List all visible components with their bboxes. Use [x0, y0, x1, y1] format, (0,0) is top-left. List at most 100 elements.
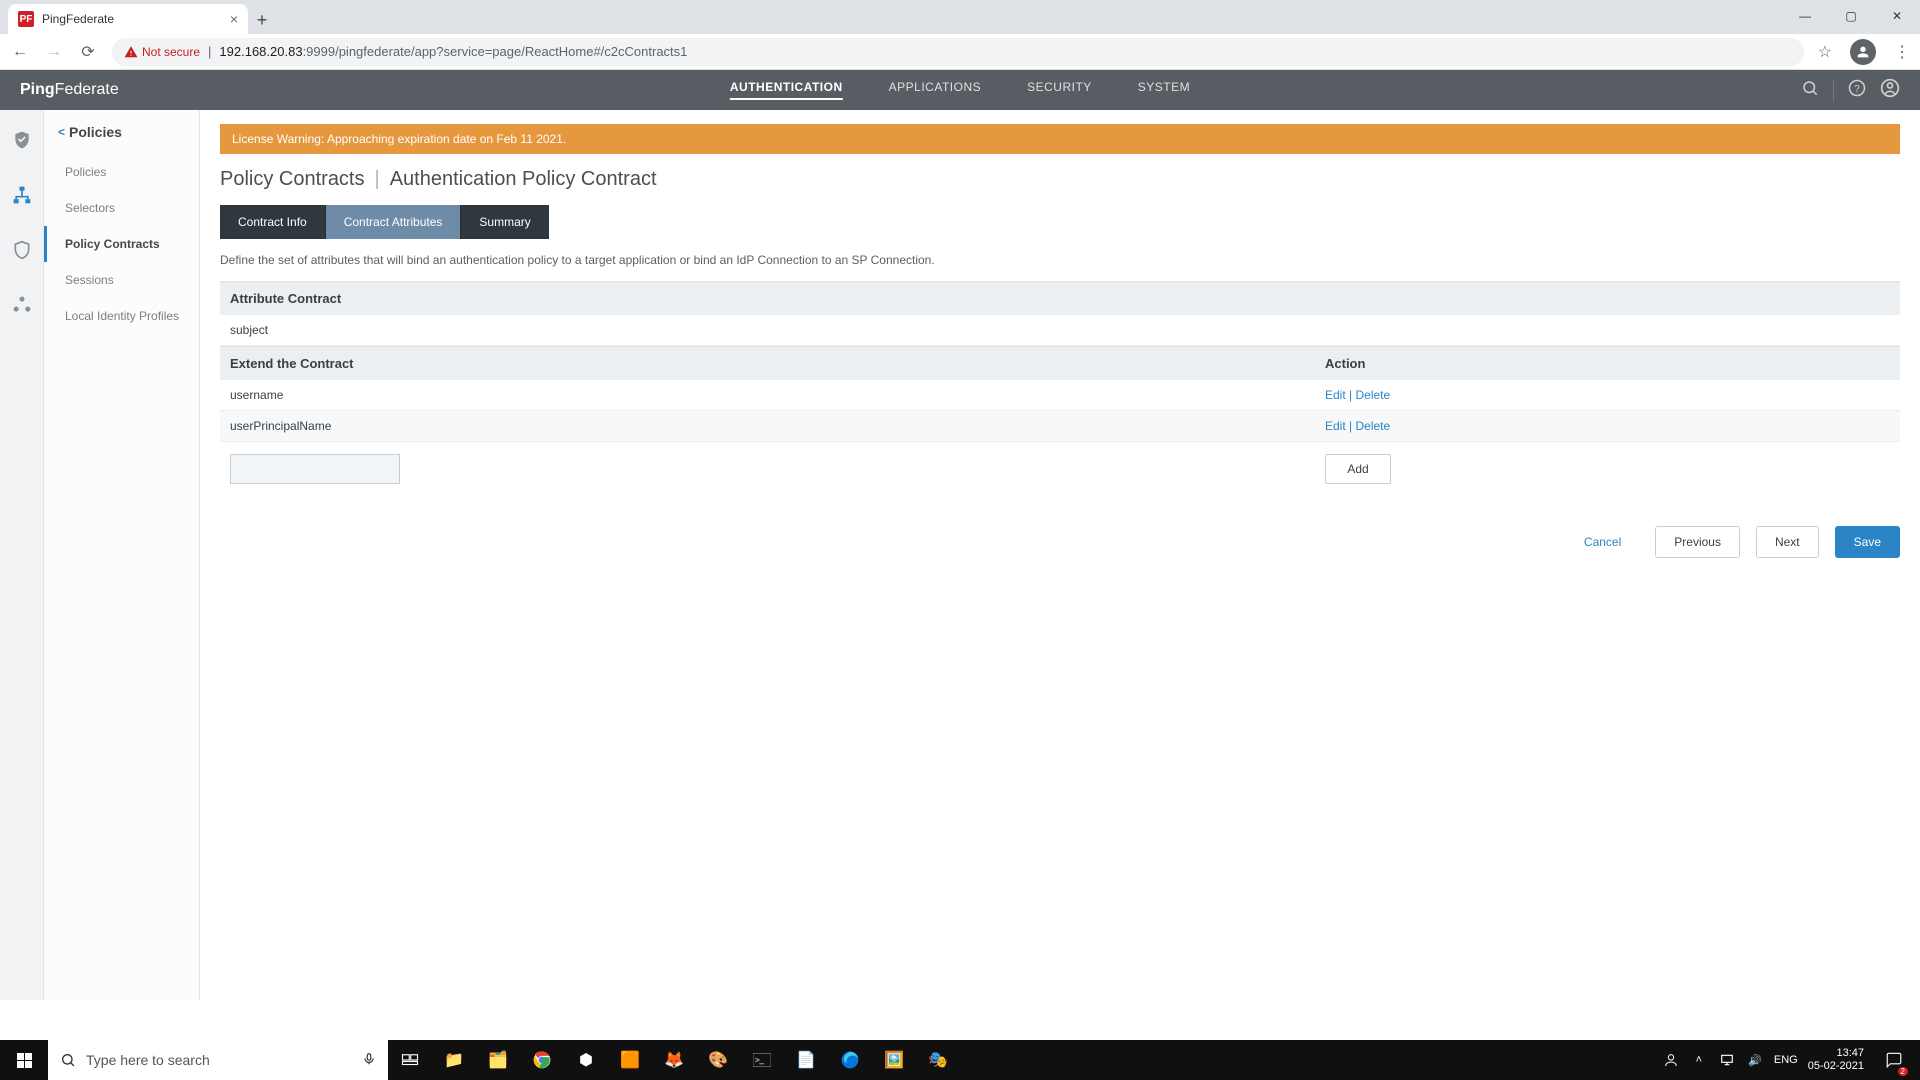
extend-row-userprincipalname: userPrincipalName Edit | Delete — [220, 411, 1900, 442]
people-icon[interactable] — [1662, 1052, 1680, 1068]
mic-icon[interactable] — [362, 1052, 376, 1069]
addr-right-controls: ☆ ⋮ — [1818, 39, 1910, 65]
attribute-subject-label: subject — [230, 323, 268, 337]
edit-link[interactable]: Edit — [1325, 419, 1346, 433]
taskbar-search[interactable]: Type here to search — [48, 1040, 388, 1080]
tab-strip: PF PingFederate × + — ▢ ✕ — [0, 0, 1920, 34]
insecure-badge[interactable]: Not secure — [124, 45, 200, 59]
action-header-label: Action — [1325, 356, 1890, 371]
svg-text:>_: >_ — [755, 1055, 764, 1064]
app-icon-5[interactable]: 🎭 — [916, 1040, 960, 1080]
kebab-menu-icon[interactable]: ⋮ — [1894, 42, 1910, 62]
search-icon[interactable] — [1801, 79, 1819, 102]
side-item-policy-contracts[interactable]: Policy Contracts — [44, 226, 199, 262]
nav-system[interactable]: SYSTEM — [1138, 80, 1190, 100]
previous-button[interactable]: Previous — [1655, 526, 1740, 558]
language-indicator[interactable]: ENG — [1774, 1054, 1798, 1066]
bookmark-icon[interactable]: ☆ — [1818, 42, 1832, 62]
windows-taskbar: Type here to search 📁 🗂️ ⬢ 🟧 🦊 🎨 >_ 📄 🖼️… — [0, 1040, 1920, 1080]
search-placeholder: Type here to search — [86, 1052, 210, 1068]
tab-contract-info[interactable]: Contract Info — [220, 205, 325, 239]
insecure-label: Not secure — [142, 45, 200, 59]
edit-link[interactable]: Edit — [1325, 388, 1346, 402]
app-icon-4[interactable]: 🖼️ — [872, 1040, 916, 1080]
forward-button[interactable]: → — [44, 43, 64, 61]
delete-link[interactable]: Delete — [1355, 419, 1390, 433]
app-icon-2[interactable]: ⬢ — [564, 1040, 608, 1080]
reload-button[interactable]: ⟳ — [78, 42, 98, 62]
logo-bold: Ping — [20, 81, 55, 98]
url-separator: | — [208, 44, 211, 59]
start-button[interactable] — [0, 1040, 48, 1080]
nav-authentication[interactable]: AUTHENTICATION — [730, 80, 843, 100]
save-button[interactable]: Save — [1835, 526, 1900, 558]
terminal-icon[interactable]: >_ — [740, 1040, 784, 1080]
clock-date: 05-02-2021 — [1808, 1060, 1864, 1073]
clock[interactable]: 13:47 05-02-2021 — [1808, 1047, 1864, 1073]
side-item-sessions[interactable]: Sessions — [44, 262, 199, 298]
browser-tab[interactable]: PF PingFederate × — [8, 4, 248, 34]
maximize-button[interactable]: ▢ — [1828, 0, 1874, 32]
warning-icon — [124, 45, 138, 59]
volume-icon[interactable]: 🔊 — [1746, 1054, 1764, 1067]
paint-icon[interactable]: 🎨 — [696, 1040, 740, 1080]
add-attribute-row: Add — [220, 442, 1900, 496]
app-header: PingFederate AUTHENTICATION APPLICATIONS… — [0, 70, 1920, 110]
tab-contract-attributes[interactable]: Contract Attributes — [325, 205, 461, 239]
network-icon[interactable] — [1718, 1053, 1736, 1067]
profile-button[interactable] — [1850, 39, 1876, 65]
tab-summary[interactable]: Summary — [460, 205, 548, 239]
side-item-policies[interactable]: Policies — [44, 154, 199, 190]
chrome-icon[interactable] — [520, 1040, 564, 1080]
attribute-contract-header: Attribute Contract — [220, 281, 1900, 315]
tab-close-icon[interactable]: × — [230, 11, 238, 27]
side-item-selectors[interactable]: Selectors — [44, 190, 199, 226]
task-view-icon[interactable] — [388, 1040, 432, 1080]
extend-header-label: Extend the Contract — [230, 356, 1325, 371]
side-panel: < Policies Policies Selectors Policy Con… — [44, 110, 200, 1000]
notepad-icon[interactable]: 📄 — [784, 1040, 828, 1080]
side-panel-title[interactable]: < Policies — [44, 124, 199, 154]
side-item-local-identity[interactable]: Local Identity Profiles — [44, 298, 199, 334]
nav-applications[interactable]: APPLICATIONS — [889, 80, 981, 100]
add-button[interactable]: Add — [1325, 454, 1391, 484]
minimize-button[interactable]: — — [1782, 0, 1828, 32]
chevron-left-icon: < — [58, 125, 65, 139]
side-title-text: Policies — [69, 124, 122, 140]
action-center-icon[interactable]: 2 — [1874, 1040, 1914, 1080]
account-icon[interactable] — [1880, 78, 1900, 103]
nav-security[interactable]: SECURITY — [1027, 80, 1092, 100]
delete-link[interactable]: Delete — [1355, 388, 1390, 402]
close-window-button[interactable]: ✕ — [1874, 0, 1920, 32]
cancel-button[interactable]: Cancel — [1566, 527, 1639, 557]
svg-text:?: ? — [1854, 83, 1860, 94]
app-icon-3[interactable]: 🟧 — [608, 1040, 652, 1080]
sitemap-icon[interactable] — [12, 185, 32, 210]
taskbar-apps: 📁 🗂️ ⬢ 🟧 🦊 🎨 >_ 📄 🖼️ 🎭 — [388, 1040, 960, 1080]
side-list: Policies Selectors Policy Contracts Sess… — [44, 154, 199, 334]
edge-icon[interactable] — [828, 1040, 872, 1080]
icon-rail — [0, 110, 44, 1000]
firefox-icon[interactable]: 🦊 — [652, 1040, 696, 1080]
breadcrumb-parent[interactable]: Policy Contracts — [220, 168, 365, 191]
nodes-icon[interactable] — [12, 295, 32, 320]
clock-time: 13:47 — [1808, 1047, 1864, 1060]
back-button[interactable]: ← — [10, 43, 30, 61]
shield-check-icon[interactable] — [12, 130, 32, 155]
new-tab-button[interactable]: + — [248, 6, 276, 34]
window-controls: — ▢ ✕ — [1782, 0, 1920, 32]
help-icon[interactable]: ? — [1848, 79, 1866, 102]
file-explorer-icon[interactable]: 📁 — [432, 1040, 476, 1080]
tab-description: Define the set of attributes that will b… — [220, 253, 1900, 267]
new-attribute-input[interactable] — [230, 454, 400, 484]
tabs: Contract Info Contract Attributes Summar… — [220, 205, 1900, 239]
next-button[interactable]: Next — [1756, 526, 1819, 558]
footer-buttons: Cancel Previous Next Save — [220, 526, 1900, 558]
url-field[interactable]: Not secure | 192.168.20.83:9999/pingfede… — [112, 38, 1804, 66]
app-icon-1[interactable]: 🗂️ — [476, 1040, 520, 1080]
content-area: License Warning: Approaching expiration … — [200, 110, 1920, 1000]
header-separator — [1833, 79, 1834, 101]
shield-icon[interactable] — [12, 240, 32, 265]
tray-chevron-icon[interactable]: ˄ — [1690, 1054, 1708, 1066]
app-logo[interactable]: PingFederate — [20, 81, 119, 99]
